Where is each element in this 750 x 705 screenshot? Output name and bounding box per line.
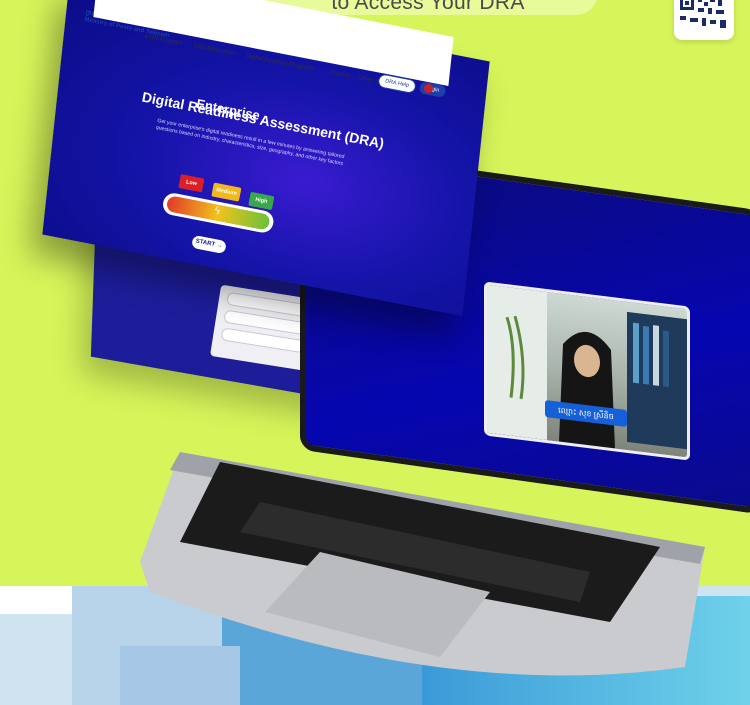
nav-item[interactable]: SSD Ecosystem [193,43,237,57]
qr-code [674,0,734,40]
laptop-keyboard-base [140,452,705,676]
video-call-window [484,281,690,461]
nav-item[interactable]: Journey [328,70,350,80]
language-flag-icon[interactable] [424,84,433,93]
